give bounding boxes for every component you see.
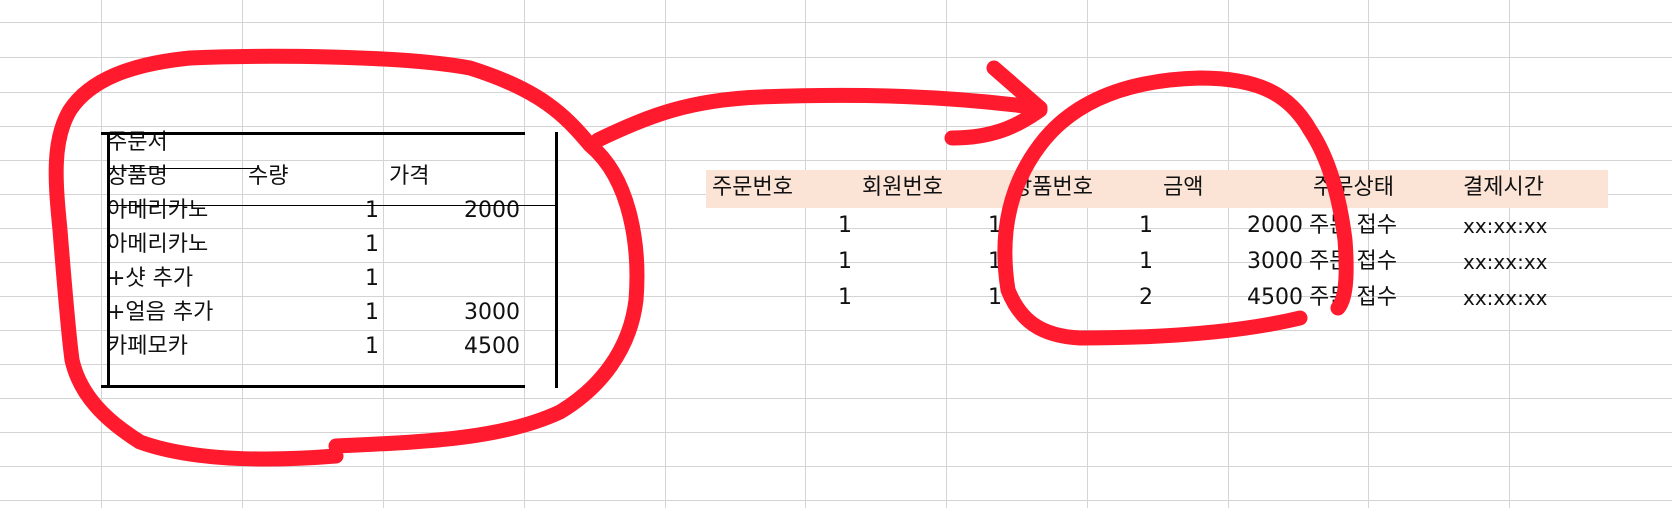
order-form-cell-qty[interactable]: 1 <box>242 262 383 296</box>
order-form-cell-qty[interactable]: 1 <box>242 194 383 228</box>
orders-cell-paid-time[interactable]: xx:xx:xx <box>1457 208 1608 244</box>
orders-cell-product-no[interactable]: 1 <box>1006 244 1157 280</box>
orders-cell-amount[interactable]: 2000 <box>1157 208 1307 244</box>
orders-header-amount[interactable]: 금액 <box>1157 170 1307 206</box>
orders-cell-order-no[interactable]: 1 <box>706 208 856 244</box>
orders-header-product-no[interactable]: 상품번호 <box>1006 170 1157 206</box>
order-form-cell-name[interactable]: 아메리카노 <box>101 194 242 228</box>
order-form-cell-name[interactable]: +샷 추가 <box>101 262 242 296</box>
orders-cell-order-no[interactable]: 1 <box>706 244 856 280</box>
orders-cell-paid-time[interactable]: xx:xx:xx <box>1457 280 1608 316</box>
orders-cell-status[interactable]: 주문 접수 <box>1307 244 1457 280</box>
order-form-header-underline <box>110 205 556 206</box>
order-form-cell-price[interactable]: 4500 <box>383 330 524 364</box>
orders-cell-amount[interactable]: 3000 <box>1157 244 1307 280</box>
orders-cell-order-no[interactable]: 1 <box>706 280 856 316</box>
orders-cell-status[interactable]: 주문 접수 <box>1307 280 1457 316</box>
order-form-cell-name[interactable]: 아메리카노 <box>101 228 242 262</box>
orders-cell-member-no[interactable]: 1 <box>856 244 1006 280</box>
order-form-title-underline <box>110 168 258 169</box>
order-form-header-product[interactable]: 상품명 <box>101 160 242 194</box>
orders-cell-amount[interactable]: 4500 <box>1157 280 1307 316</box>
order-form-border-right <box>555 132 558 388</box>
order-form-cell-name[interactable]: 카페모카 <box>101 330 242 364</box>
orders-cell-product-no[interactable]: 2 <box>1006 280 1157 316</box>
order-form-cell-price[interactable] <box>383 228 524 262</box>
orders-cell-status[interactable]: 주문 접수 <box>1307 208 1457 244</box>
orders-header-paid-time[interactable]: 결제시간 <box>1457 170 1608 206</box>
orders-cell-paid-time[interactable]: xx:xx:xx <box>1457 244 1608 280</box>
order-form-header-qty[interactable]: 수량 <box>242 160 383 194</box>
order-form-border-bottom <box>101 385 525 388</box>
order-form-header-price[interactable]: 가격 <box>383 160 524 194</box>
orders-cell-product-no[interactable]: 1 <box>1006 208 1157 244</box>
orders-cell-member-no[interactable]: 1 <box>856 280 1006 316</box>
order-form-cell-qty[interactable]: 1 <box>242 228 383 262</box>
order-form-cell-name[interactable]: +얼음 추가 <box>101 296 242 330</box>
spreadsheet-grid[interactable]: 주문서 상품명 수량 가격 아메리카노 1 2000 아메리카노 1 +샷 추가… <box>0 0 1672 508</box>
orders-header-order-no[interactable]: 주문번호 <box>706 170 856 206</box>
orders-header-status[interactable]: 주문상태 <box>1307 170 1457 206</box>
order-form-cell-qty[interactable]: 1 <box>242 296 383 330</box>
order-form-border-top <box>101 132 525 135</box>
order-form-cell-qty[interactable]: 1 <box>242 330 383 364</box>
order-form-cell-price[interactable]: 2000 <box>383 194 524 228</box>
orders-cell-member-no[interactable]: 1 <box>856 208 1006 244</box>
orders-header-member-no[interactable]: 회원번호 <box>856 170 1006 206</box>
order-form-border-left <box>107 132 110 388</box>
order-form-cell-price[interactable] <box>383 262 524 296</box>
order-form-cell-price[interactable]: 3000 <box>383 296 524 330</box>
